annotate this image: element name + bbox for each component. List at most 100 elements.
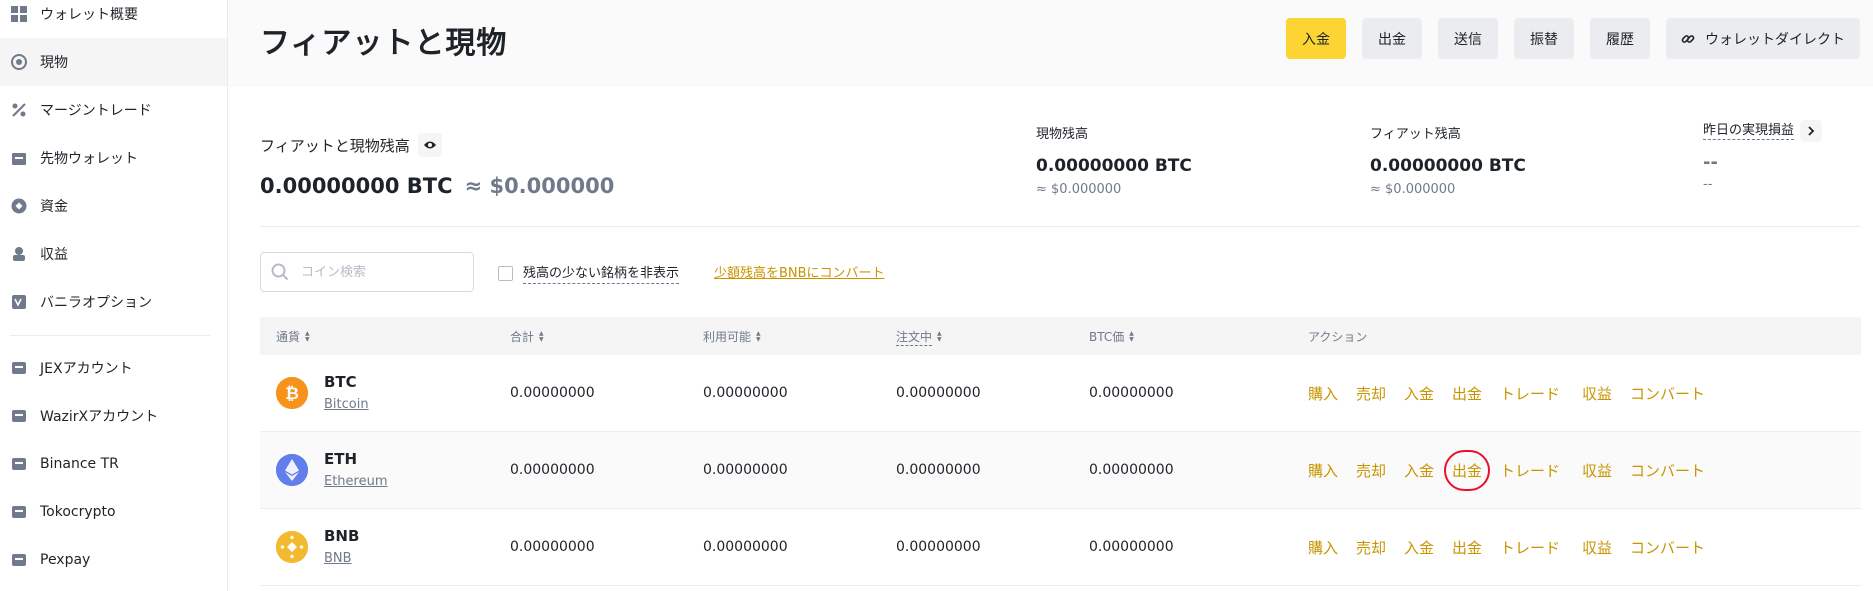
trade-action[interactable]: トレード <box>1500 383 1560 404</box>
hide-small-checkbox[interactable] <box>498 265 513 281</box>
convert-to-bnb-link[interactable]: 少額残高をBNBにコンバート <box>714 262 885 281</box>
sidebar-item-wallet-overview[interactable]: ウォレット概要 <box>0 0 227 38</box>
sell-action[interactable]: 売却 <box>1356 460 1386 481</box>
sidebar-divider <box>10 335 210 336</box>
deposit-action[interactable]: 入金 <box>1404 460 1434 481</box>
in-order-cell: 0.00000000 <box>896 539 981 555</box>
total-balance-usd: ≈ $0.000000 <box>464 174 615 198</box>
sidebar-item-label: Binance TR <box>40 456 119 472</box>
column-action-label: アクション <box>1308 330 1368 344</box>
transfer-button[interactable]: 振替 <box>1514 18 1574 59</box>
total-cell: 0.00000000 <box>510 462 595 478</box>
sell-action[interactable]: 売却 <box>1356 537 1386 558</box>
buy-action[interactable]: 購入 <box>1308 537 1338 558</box>
sort-icon: ▲ ▼ <box>1129 329 1134 343</box>
convert-action[interactable]: コンバート <box>1630 460 1705 481</box>
bnb-icon <box>276 531 308 563</box>
sidebar-item-margin[interactable]: マージントレード <box>0 86 227 134</box>
sidebar-item-wazirx-account[interactable]: WazirXアカウント <box>0 392 227 440</box>
sort-icon: ▲ ▼ <box>305 329 310 343</box>
deposit-action[interactable]: 入金 <box>1404 383 1434 404</box>
search-icon <box>271 263 289 281</box>
withdraw-action[interactable]: 出金 <box>1452 537 1482 558</box>
withdraw-action[interactable]: 出金 <box>1444 450 1491 491</box>
column-in-order[interactable]: 注文中 ▲ ▼ <box>896 328 942 346</box>
yesterday-pnl-header[interactable]: 昨日の実現損益 <box>1703 119 1823 142</box>
coin-name-link[interactable]: BNB <box>324 551 352 566</box>
column-in-order-label: 注文中 <box>896 330 933 346</box>
convert-action[interactable]: コンバート <box>1630 383 1705 404</box>
buy-action[interactable]: 購入 <box>1308 383 1338 404</box>
column-action: アクション <box>1308 328 1367 345</box>
total-balance-btc: 0.00000000 BTC <box>260 174 453 198</box>
table-header: 通貨 ▲ ▼ 合計 ▲ ▼ 利用可能 ▲ ▼ 注文中 ▲ ▼ BTC価 ▲ ▼ アクション <box>260 317 1861 355</box>
yesterday-pnl-label: 昨日の実現損益 <box>1703 123 1795 140</box>
futures-icon <box>10 149 28 167</box>
hide-small-balances-toggle[interactable]: 残高の少ない銘柄を非表示 <box>498 262 680 284</box>
convert-action[interactable]: コンバート <box>1630 537 1705 558</box>
sell-action[interactable]: 売却 <box>1356 383 1386 404</box>
deposit-button[interactable]: 入金 <box>1286 18 1346 59</box>
sidebar-item-jex-account[interactable]: JEXアカウント <box>0 344 227 392</box>
sidebar-item-label: 資金 <box>40 199 68 215</box>
fiat-balance-value: 0.00000000 BTC <box>1370 156 1526 176</box>
withdraw-action[interactable]: 出金 <box>1452 383 1482 404</box>
withdraw-button[interactable]: 出金 <box>1362 18 1422 59</box>
column-coin-label: 通貨 <box>276 330 301 344</box>
column-coin[interactable]: 通貨 ▲ ▼ <box>276 328 310 345</box>
coin-symbol: BNB <box>324 527 360 545</box>
chevron-right-icon[interactable] <box>1800 119 1823 142</box>
buy-action[interactable]: 購入 <box>1308 460 1338 481</box>
available-cell: 0.00000000 <box>703 539 788 555</box>
sidebar-item-earn[interactable]: 収益 <box>0 230 227 278</box>
deposit-action[interactable]: 入金 <box>1404 537 1434 558</box>
btc-value-cell: 0.00000000 <box>1089 385 1174 401</box>
earn-action[interactable]: 収益 <box>1582 460 1612 481</box>
sidebar-item-pexpay[interactable]: Pexpay <box>0 536 227 584</box>
page-header: フィアットと現物 入金 出金 送信 振替 履歴 ウォレットダイレクト <box>228 0 1873 87</box>
bitcoin-icon: ₿ <box>276 377 308 409</box>
wallet-direct-button[interactable]: ウォレットダイレクト <box>1666 18 1860 59</box>
margin-icon <box>10 101 28 119</box>
fiat-balance-label: フィアット残高 <box>1370 127 1461 142</box>
spot-balance: 現物残高 0.00000000 BTC ≈ $0.000000 <box>1036 123 1192 197</box>
ethereum-icon <box>276 454 308 486</box>
column-total[interactable]: 合計 ▲ ▼ <box>510 328 544 345</box>
column-btc-value-label: BTC価 <box>1089 330 1125 344</box>
options-icon <box>10 293 28 311</box>
account-icon <box>10 503 28 521</box>
fiat-balance: フィアット残高 0.00000000 BTC ≈ $0.000000 <box>1370 123 1526 197</box>
total-cell: 0.00000000 <box>510 385 595 401</box>
trade-action[interactable]: トレード <box>1500 537 1560 558</box>
total-balance-label-text: フィアットと現物残高 <box>260 136 410 155</box>
trade-action[interactable]: トレード <box>1500 460 1560 481</box>
sidebar-item-label: 収益 <box>40 247 68 263</box>
fiat-balance-usd: ≈ $0.000000 <box>1370 182 1456 197</box>
summary-divider <box>260 226 1861 227</box>
svg-text:₿: ₿ <box>285 384 299 404</box>
total-balance-value: 0.00000000 BTC ≈ $0.000000 <box>260 174 614 198</box>
eye-icon[interactable] <box>417 133 442 157</box>
earn-action[interactable]: 収益 <box>1582 383 1612 404</box>
coin-search[interactable] <box>260 252 474 292</box>
search-input[interactable] <box>301 264 451 280</box>
sidebar-item-spot[interactable]: 現物 <box>0 38 227 86</box>
earn-action[interactable]: 収益 <box>1582 537 1612 558</box>
account-icon <box>10 551 28 569</box>
column-available[interactable]: 利用可能 ▲ ▼ <box>703 328 761 345</box>
sidebar-item-options[interactable]: バニラオプション <box>0 278 227 326</box>
coin-name-link[interactable]: Ethereum <box>324 474 388 489</box>
account-icon <box>10 407 28 425</box>
sidebar-item-funding[interactable]: 資金 <box>0 182 227 230</box>
send-button[interactable]: 送信 <box>1438 18 1498 59</box>
coin-name-link[interactable]: Bitcoin <box>324 397 369 412</box>
column-btc-value[interactable]: BTC価 ▲ ▼ <box>1089 328 1134 345</box>
sidebar-item-futures[interactable]: 先物ウォレット <box>0 134 227 182</box>
sidebar-item-binance-tr[interactable]: Binance TR <box>0 440 227 488</box>
sidebar-item-tokocrypto[interactable]: Tokocrypto <box>0 488 227 536</box>
history-button[interactable]: 履歴 <box>1590 18 1650 59</box>
sidebar: ウォレット概要 現物 マージントレード 先物ウォレット 資金 収益 バニラオプシ… <box>0 0 228 591</box>
sidebar-item-label: Tokocrypto <box>40 504 116 520</box>
available-cell: 0.00000000 <box>703 462 788 478</box>
sort-icon: ▲ ▼ <box>539 329 544 343</box>
